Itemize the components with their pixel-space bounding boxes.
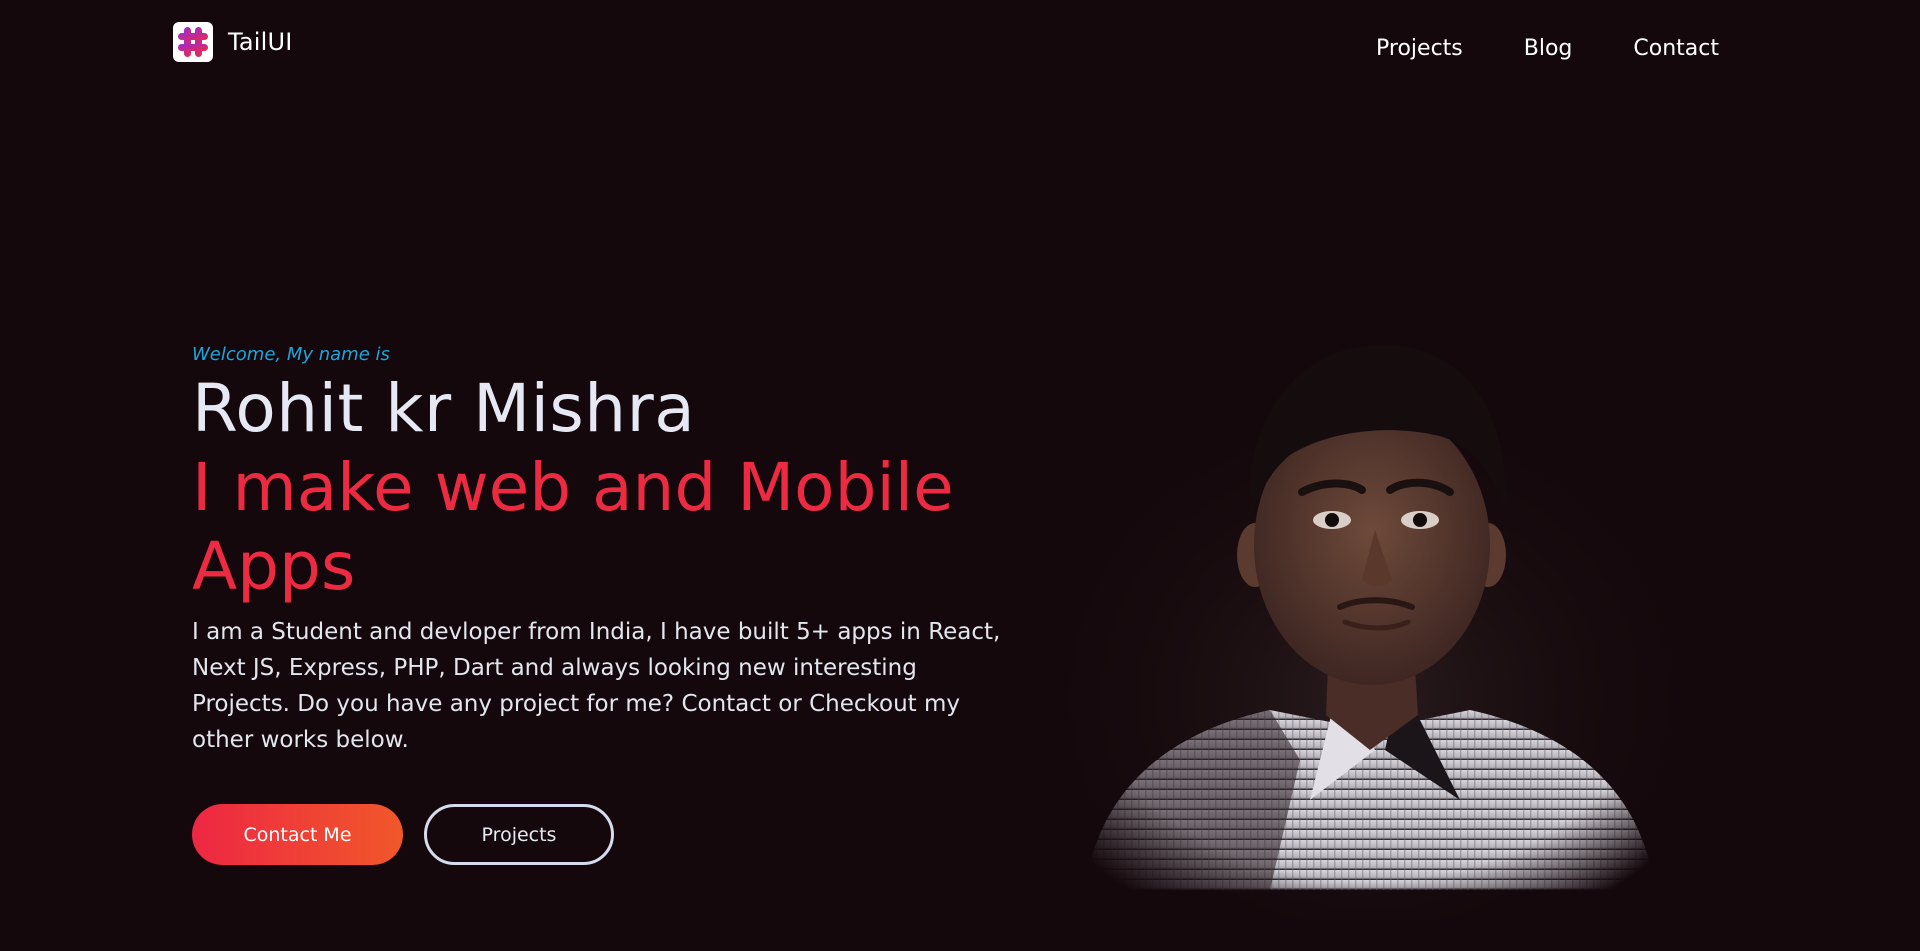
page: TailUI Projects Blog Contact Welcome, My… <box>0 0 1920 951</box>
nav-projects-link[interactable]: Projects <box>1376 36 1463 61</box>
hashtag-logo-icon <box>173 22 213 62</box>
contact-me-button[interactable]: Contact Me <box>192 804 403 865</box>
hero-bio: I am a Student and devloper from India, … <box>192 619 1001 753</box>
hero-name: Rohit kr Mishra <box>192 370 696 447</box>
brand-name: TailUI <box>228 28 293 56</box>
nav-contact-link[interactable]: Contact <box>1633 36 1719 61</box>
main-nav: Projects Blog Contact <box>1315 36 1719 61</box>
hero-actions: Contact Me Projects <box>192 804 614 865</box>
projects-button[interactable]: Projects <box>424 804 614 865</box>
brand-link[interactable]: TailUI <box>173 22 293 62</box>
nav-blog-link[interactable]: Blog <box>1524 36 1573 61</box>
site-header: TailUI Projects Blog Contact <box>0 0 1920 100</box>
portrait-photo <box>1040 330 1700 920</box>
hero-tagline: I make web and Mobile Apps <box>192 449 954 605</box>
hero-section: Welcome, My name is Rohit kr Mishra I ma… <box>192 340 1032 758</box>
welcome-text: Welcome, My name is <box>192 344 390 365</box>
